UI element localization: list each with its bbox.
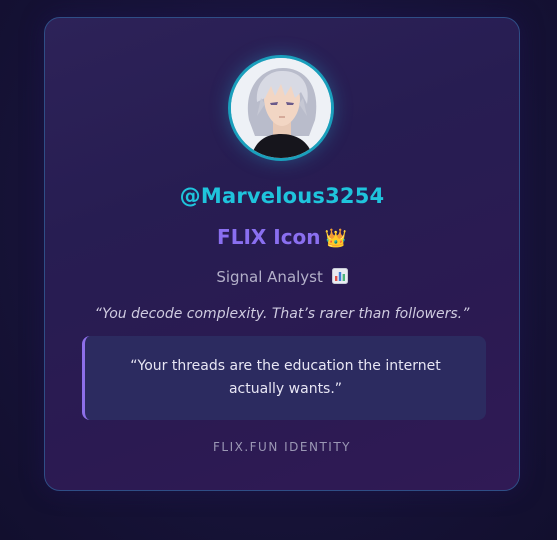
avatar-illustration (231, 58, 331, 158)
bar-chart-icon (331, 268, 348, 284)
tagline: “You decode complexity. That’s rarer tha… (94, 306, 470, 322)
identity-title-text: FLIX Icon (217, 225, 321, 249)
role-label: Signal Analyst (45, 268, 519, 286)
identity-card: @Marvelous3254 FLIX Icon 👑 Signal Analyst… (44, 17, 520, 491)
testimonial-quote: “Your threads are the education the inte… (130, 358, 441, 397)
crown-icon: 👑 (324, 228, 347, 249)
footer-brand: FLIX.FUN IDENTITY (212, 440, 351, 454)
testimonial-quote-box: “Your threads are the education the inte… (82, 336, 486, 420)
user-handle: @Marvelous3254 (179, 184, 385, 208)
avatar (228, 55, 334, 161)
identity-title: FLIX Icon 👑 (45, 225, 519, 249)
role-text: Signal Analyst (216, 268, 323, 286)
